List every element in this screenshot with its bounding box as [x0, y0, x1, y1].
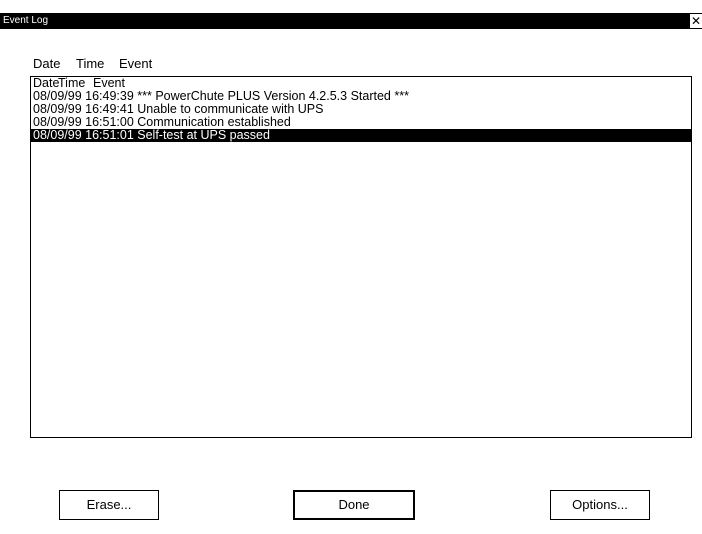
column-header-date[interactable]: Date [33, 56, 60, 72]
title-bar: Event Log ✕ [0, 13, 702, 29]
list-header-event: Event [93, 76, 125, 90]
list-item-selected[interactable]: 08/09/99 16:51:01 Self-test at UPS passe… [31, 129, 691, 142]
column-header-time[interactable]: Time [76, 56, 104, 72]
list-header-time: Time [58, 76, 86, 90]
window-title: Event Log [3, 15, 49, 26]
done-button[interactable]: Done [293, 490, 415, 520]
list-header-date: Date [33, 76, 60, 90]
column-header-event[interactable]: Event [119, 56, 152, 72]
event-list[interactable]: Date Time Event 08/09/99 16:49:39 *** Po… [30, 76, 692, 438]
close-icon[interactable]: ✕ [690, 14, 702, 28]
list-header-row: Date Time Event [33, 77, 691, 90]
options-button[interactable]: Options... [550, 490, 650, 520]
erase-button[interactable]: Erase... [59, 490, 159, 520]
